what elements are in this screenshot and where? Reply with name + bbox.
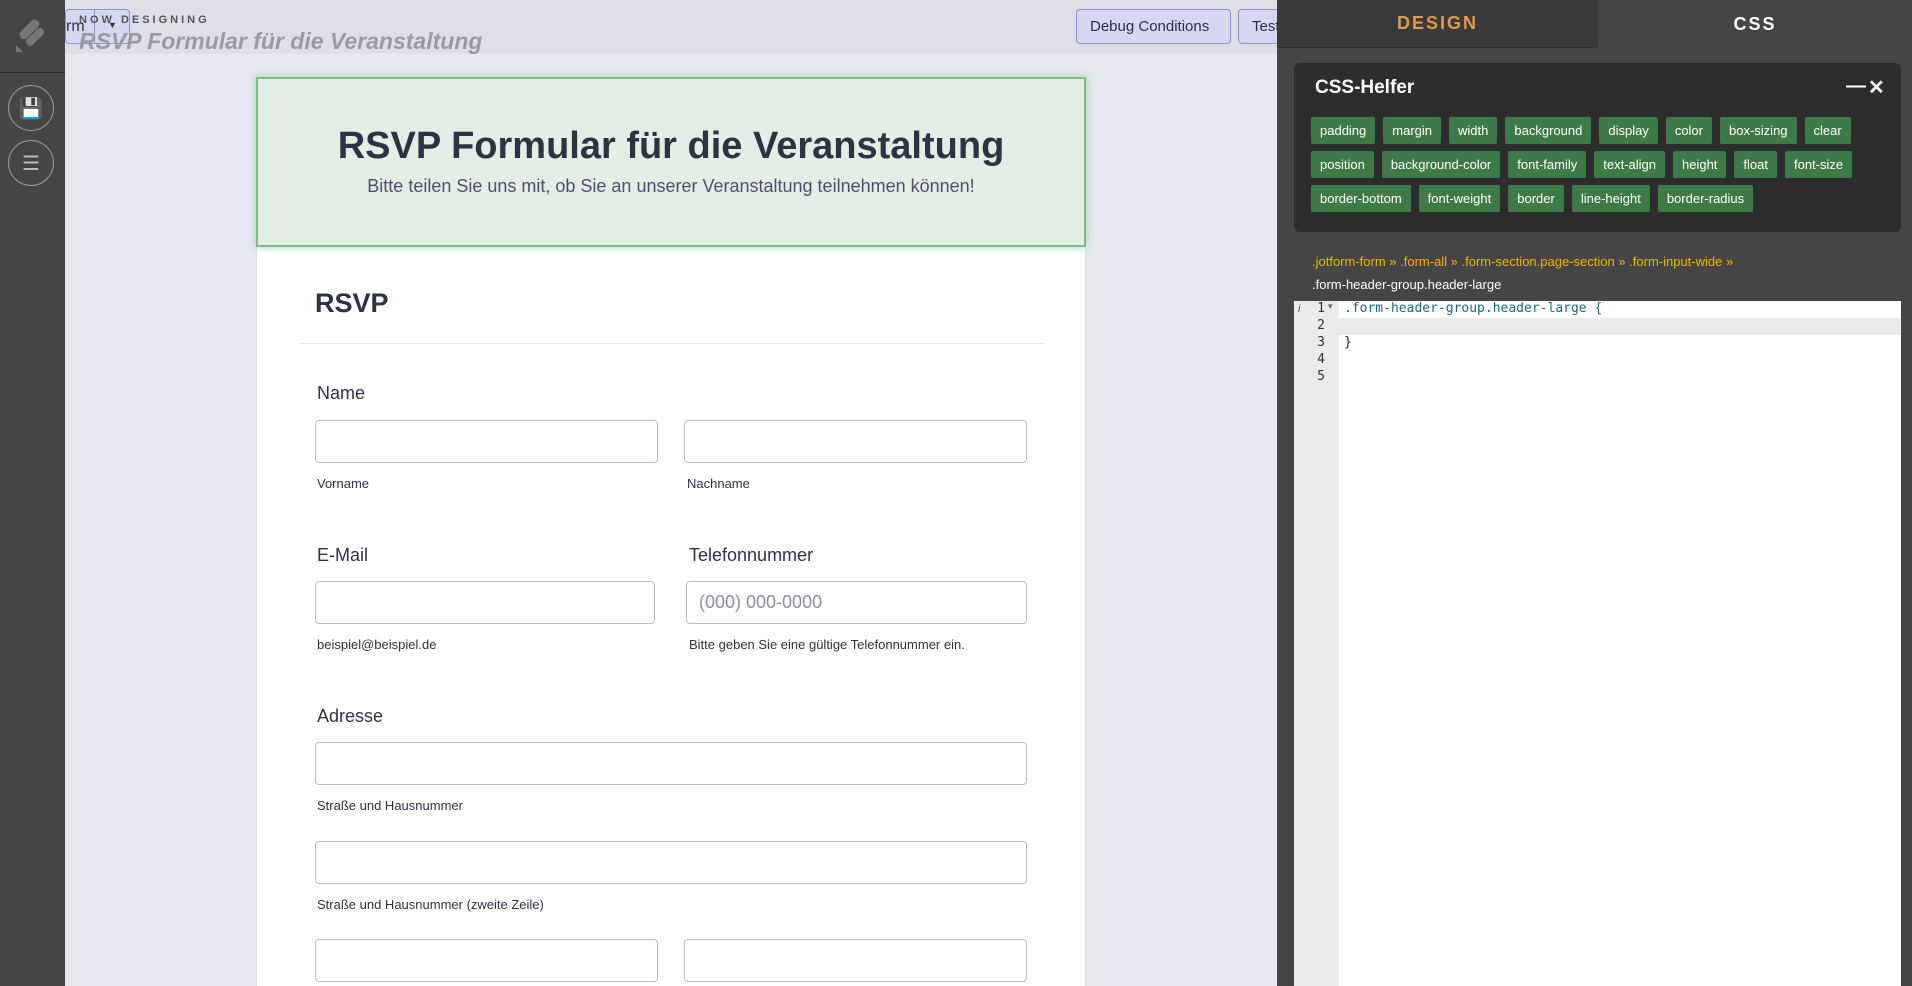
form-title: RSVP Formular für die Veranstaltung: [79, 28, 483, 54]
css-chip-margin[interactable]: margin: [1383, 117, 1442, 144]
line-number: 3: [1317, 335, 1325, 350]
menu-button[interactable]: ☰: [8, 140, 54, 186]
state-input[interactable]: [684, 939, 1027, 982]
css-chip-border-bottom[interactable]: border-bottom: [1311, 185, 1411, 212]
street2-input[interactable]: [315, 841, 1027, 884]
email-sublabel: beispiel@beispiel.de: [317, 637, 437, 652]
code-line[interactable]: .form-header-group.header-large {: [1344, 301, 1602, 316]
street1-sublabel: Straße und Hausnummer: [317, 798, 463, 813]
line-gutter: [1294, 301, 1339, 986]
form-header-title: RSVP Formular für die Veranstaltung: [337, 125, 1005, 167]
css-chip-line-height[interactable]: line-height: [1571, 185, 1650, 212]
current-selector: .form-header-group.header-large: [1312, 277, 1502, 292]
css-chip-color[interactable]: color: [1665, 117, 1712, 144]
logo-icon[interactable]: [14, 17, 48, 53]
section-heading: RSVP: [315, 288, 389, 318]
css-chip-text-align[interactable]: text-align: [1594, 151, 1665, 178]
divider: [299, 343, 1044, 344]
street2-sublabel: Straße und Hausnummer (zweite Zeile): [317, 897, 544, 912]
address-label: Adresse: [317, 706, 384, 726]
email-label: E-Mail: [317, 545, 369, 565]
css-chip-padding[interactable]: padding: [1311, 117, 1376, 144]
css-chip-font-weight[interactable]: font-weight: [1418, 185, 1501, 212]
active-line: [1339, 318, 1901, 335]
last-name-input[interactable]: [684, 420, 1027, 463]
line-number: 2: [1317, 318, 1325, 333]
css-chip-font-size[interactable]: font-size: [1784, 151, 1853, 178]
line-number: 4: [1317, 352, 1325, 367]
css-chip-background-color[interactable]: background-color: [1381, 151, 1501, 178]
css-chip-height[interactable]: height: [1672, 151, 1727, 178]
phone-label: Telefonnummer: [689, 545, 814, 565]
css-chip-border[interactable]: border: [1508, 185, 1564, 212]
divider: [0, 72, 65, 73]
css-chip-float[interactable]: float: [1734, 151, 1777, 178]
css-chip-border-radius[interactable]: border-radius: [1657, 185, 1754, 212]
css-helper-title: CSS-Helfer: [1315, 77, 1415, 98]
phone-placeholder: (000) 000-0000: [699, 592, 823, 612]
minimize-icon[interactable]: —: [1846, 75, 1866, 98]
css-helper: CSS-Helfer — ✕ padding margin width backgro…: [1294, 63, 1901, 232]
first-name-input[interactable]: [315, 420, 658, 463]
now-designing-label: NOW DESIGNING: [79, 14, 210, 26]
css-property-chips: padding margin width background display color…: [1311, 117, 1891, 212]
name-label: Name: [317, 383, 366, 403]
debug-conditions-button[interactable]: Debug Conditions: [1076, 9, 1231, 44]
tab-design[interactable]: DESIGN: [1277, 0, 1598, 48]
css-chip-box-sizing[interactable]: box-sizing: [1720, 117, 1797, 144]
left-sidebar: 💾 ☰: [0, 0, 65, 986]
email-input[interactable]: [315, 581, 655, 624]
city-input[interactable]: [315, 939, 658, 982]
street1-input[interactable]: [315, 742, 1027, 785]
first-name-sublabel: Vorname: [317, 476, 370, 491]
css-chip-background[interactable]: background: [1505, 117, 1592, 144]
css-chip-width[interactable]: width: [1449, 117, 1498, 144]
fold-arrow-icon[interactable]: ▾: [1328, 301, 1333, 312]
form-header-subtitle: Bitte teilen Sie uns mit, ob Sie an unse…: [367, 176, 975, 196]
phone-sublabel: Bitte geben Sie eine gültige Telefonnumm…: [689, 637, 965, 652]
save-button[interactable]: 💾: [8, 85, 54, 131]
css-chip-position[interactable]: position: [1311, 151, 1374, 178]
save-icon: 💾: [18, 97, 44, 120]
phone-input[interactable]: (000) 000-0000: [686, 581, 1027, 624]
css-code-editor[interactable]: i 1 .form-header-group.header-large {2 3} 4…: [1294, 301, 1901, 986]
css-chip-display[interactable]: display: [1599, 117, 1658, 144]
code-line[interactable]: }: [1344, 335, 1352, 350]
menu-icon: ☰: [22, 152, 40, 175]
css-chip-clear[interactable]: clear: [1804, 117, 1851, 144]
form-header[interactable]: RSVP Formular für die Veranstaltung Bitt…: [256, 77, 1086, 247]
tab-css[interactable]: CSS: [1598, 0, 1912, 48]
css-chip-font-family[interactable]: font-family: [1508, 151, 1587, 178]
selector-breadcrumb[interactable]: .jotform-form » .form-all » .form-sectio…: [1312, 254, 1733, 269]
close-icon[interactable]: ✕: [1868, 75, 1885, 100]
last-name-sublabel: Nachname: [687, 476, 750, 491]
line-number: 5: [1317, 369, 1325, 384]
test-button[interactable]: Test: [1238, 9, 1277, 44]
